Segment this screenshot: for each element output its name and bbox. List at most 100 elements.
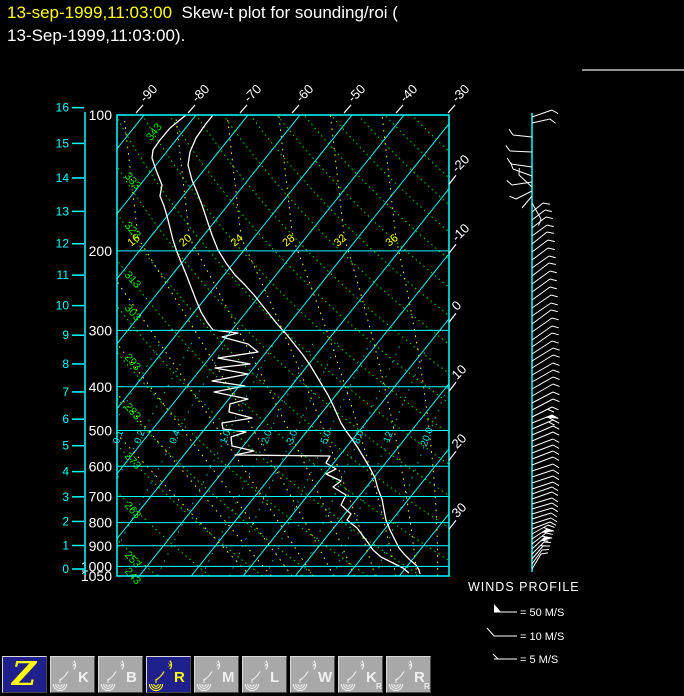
plot-border	[116, 114, 450, 577]
balloon-icon: KR	[340, 657, 382, 692]
svg-text:10: 10	[449, 362, 470, 383]
svg-text:13: 13	[56, 204, 70, 218]
svg-text:28: 28	[280, 232, 297, 249]
wind-profile	[505, 109, 560, 572]
svg-text:12: 12	[56, 237, 70, 251]
svg-text:24: 24	[229, 232, 246, 249]
svg-text:32: 32	[332, 232, 349, 249]
svg-text:5: 5	[62, 439, 69, 453]
toolbar-button-b[interactable]: B	[98, 656, 143, 693]
svg-text:800: 800	[89, 515, 113, 531]
dewpoint-trace	[151, 115, 410, 574]
svg-text:4: 4	[62, 465, 69, 479]
z-logo-icon: Z	[12, 654, 37, 693]
svg-text:R: R	[174, 669, 185, 686]
svg-text:L: L	[270, 669, 279, 686]
svg-text:9: 9	[62, 328, 69, 342]
dry-adiabat-labels: 243253263273283293303313323333343	[122, 121, 165, 587]
svg-text:15: 15	[56, 136, 70, 150]
dry-adiabats	[117, 115, 449, 576]
moist-adiabat-labels: 16 20 24 28 32 36	[126, 232, 401, 249]
balloon-icon: M	[196, 657, 235, 692]
svg-text:B: B	[126, 669, 137, 686]
svg-text:253: 253	[122, 549, 143, 571]
svg-text:11: 11	[57, 268, 70, 282]
svg-text:283: 283	[122, 401, 143, 423]
mixing-ratio-labels: 0.1 0.2 0.4 1.0 2.0 3.0 5.0 8.0 12 20.0	[111, 426, 436, 448]
svg-text:-10: -10	[449, 221, 473, 245]
svg-text:12: 12	[382, 430, 396, 445]
svg-text:303: 303	[122, 302, 143, 324]
svg-text:263: 263	[122, 500, 143, 522]
svg-text:-30: -30	[449, 81, 473, 105]
legend-item-label: = 5 M/S	[520, 654, 558, 666]
svg-text:313: 313	[122, 269, 143, 291]
svg-text:16: 16	[56, 101, 70, 115]
svg-text:6: 6	[62, 412, 69, 426]
grid-clipped	[117, 115, 449, 576]
svg-text:8: 8	[62, 357, 69, 371]
svg-text:293: 293	[122, 351, 143, 373]
svg-text:K: K	[78, 669, 89, 686]
svg-text:R: R	[376, 682, 382, 691]
svg-text:R: R	[424, 682, 430, 691]
svg-text:-20: -20	[449, 152, 473, 176]
svg-text:700: 700	[89, 489, 113, 505]
svg-text:333: 333	[122, 170, 143, 192]
toolbar-button-r[interactable]: R	[146, 656, 191, 693]
balloon-icon: L	[244, 657, 279, 692]
temp-top-labels: -90 -80 -70 -60 -50 -40 -30	[135, 81, 473, 114]
isotherm-grid	[117, 115, 449, 576]
svg-text:600: 600	[89, 458, 113, 474]
toolbar-button-rr[interactable]: RR	[386, 656, 431, 693]
svg-text:300: 300	[89, 322, 113, 338]
svg-text:100: 100	[89, 107, 113, 123]
svg-text:0: 0	[62, 562, 69, 576]
temperature-trace	[187, 115, 421, 575]
legend-item-label: = 10 M/S	[520, 631, 564, 643]
svg-text:400: 400	[89, 379, 113, 395]
balloon-icon: B	[100, 657, 137, 692]
svg-text:-70: -70	[241, 81, 265, 105]
svg-text:30: 30	[449, 500, 470, 521]
svg-text:10: 10	[56, 299, 70, 313]
toolbar-button-w[interactable]: W	[290, 656, 335, 693]
svg-text:343: 343	[144, 121, 165, 143]
svg-text:-90: -90	[137, 81, 161, 105]
balloon-icon: K	[52, 657, 89, 692]
toolbar-button-kr[interactable]: KR	[338, 656, 383, 693]
svg-text:W: W	[318, 669, 333, 686]
svg-text:200: 200	[89, 243, 113, 259]
svg-text:M: M	[222, 669, 235, 686]
svg-text:20.0: 20.0	[419, 426, 436, 448]
svg-text:0: 0	[449, 298, 465, 314]
winds-legend-title: WINDS PROFILE	[468, 580, 580, 594]
svg-text:900: 900	[89, 538, 113, 554]
toolbar-button-m[interactable]: M	[194, 656, 239, 693]
balloon-icon: RR	[388, 657, 430, 692]
legend-item-label: = 50 M/S	[520, 607, 564, 619]
toolbar: ZKBRMLWKRRR	[2, 654, 434, 695]
svg-text:500: 500	[89, 423, 113, 439]
svg-text:14: 14	[56, 171, 70, 185]
winds-legend: WINDS PROFILE = 50 M/S = 10 M/S = 5 M/S	[468, 580, 580, 666]
svg-text:-40: -40	[397, 81, 421, 105]
svg-text:-60: -60	[293, 81, 317, 105]
balloon-icon: W	[292, 657, 333, 692]
svg-text:3: 3	[62, 490, 69, 504]
svg-text:273: 273	[122, 450, 143, 472]
svg-text:20: 20	[177, 232, 194, 249]
svg-text:-80: -80	[189, 81, 213, 105]
toolbar-button-z[interactable]: Z	[2, 654, 47, 693]
balloon-icon: R	[148, 657, 185, 692]
svg-text:1: 1	[62, 539, 69, 553]
toolbar-button-k[interactable]: K	[50, 656, 95, 693]
svg-text:7: 7	[62, 385, 69, 399]
svg-text:-50: -50	[345, 81, 369, 105]
temp-right-labels: -20 -10 0 10 20 30	[449, 152, 473, 530]
svg-text:20: 20	[449, 431, 470, 452]
skew-t-chart: 24325326327328329330331332333334316 20 24 2…	[56, 69, 684, 666]
toolbar-button-l[interactable]: L	[242, 656, 287, 693]
height-axis: 012345678910111213141516	[56, 101, 86, 576]
svg-text:2: 2	[62, 514, 69, 528]
